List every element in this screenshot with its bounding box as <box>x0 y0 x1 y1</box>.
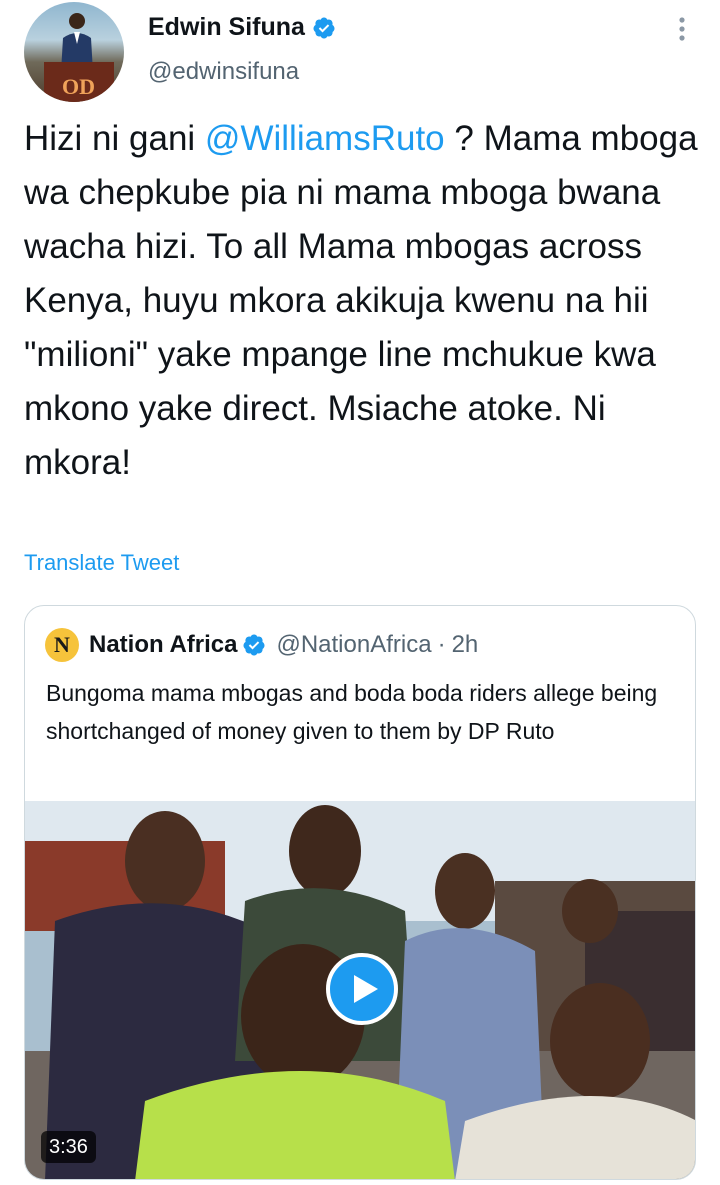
tweet-text-before-mention: Hizi ni gani <box>24 119 205 158</box>
play-icon[interactable] <box>326 953 398 1025</box>
more-options-icon[interactable] <box>672 14 692 44</box>
video-duration: 3:36 <box>41 1131 96 1163</box>
avatar-podium-text: OD <box>62 74 95 99</box>
quoted-timestamp[interactable]: 2h <box>452 631 479 659</box>
tweet-text-after-mention: ? Mama mboga wa chepkube pia ni mama mbo… <box>24 119 698 482</box>
verified-badge-icon <box>313 17 335 38</box>
nation-africa-logo[interactable]: N <box>45 628 79 662</box>
author-avatar[interactable]: OD <box>24 2 124 102</box>
tweet-text: Hizi ni gani @WilliamsRuto ? Mama mboga … <box>24 112 704 490</box>
quoted-verified-badge-icon <box>243 634 265 656</box>
quoted-handle[interactable]: @NationAfrica <box>276 631 431 659</box>
author-handle[interactable]: @edwinsifuna <box>148 58 299 86</box>
mention-link[interactable]: @WilliamsRuto <box>205 119 445 158</box>
quoted-tweet-card[interactable]: N Nation Africa @NationAfrica · 2h Bungo… <box>24 605 696 1180</box>
author-name-row[interactable]: Edwin Sifuna <box>148 13 336 42</box>
author-display-name[interactable]: Edwin Sifuna <box>148 13 305 42</box>
quoted-tweet-text: Bungoma mama mbogas and boda boda riders… <box>46 680 658 744</box>
translate-tweet-link[interactable]: Translate Tweet <box>24 550 179 576</box>
quoted-video[interactable]: 3:36 <box>25 801 695 1179</box>
quoted-separator: · <box>437 631 446 658</box>
quoted-tweet-header: N Nation Africa @NationAfrica · 2h <box>45 628 478 662</box>
quoted-display-name[interactable]: Nation Africa <box>89 631 237 659</box>
